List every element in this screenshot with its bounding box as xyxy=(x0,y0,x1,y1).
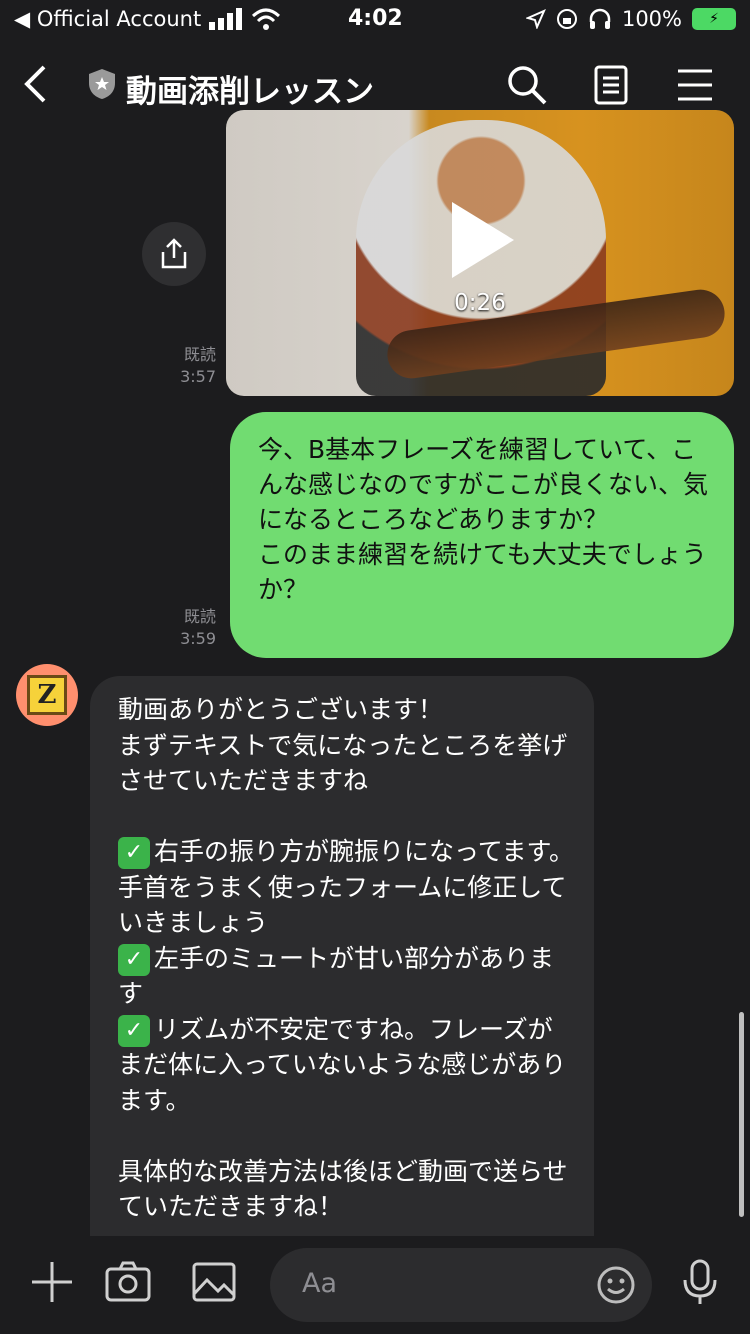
check-mark-icon: ✓ xyxy=(118,943,150,976)
incoming-message[interactable]: 動画ありがとうございます！ まずテキストで気になったところを挙げさせていただきま… xyxy=(90,676,594,1236)
search-icon[interactable] xyxy=(506,64,548,106)
share-button[interactable] xyxy=(142,222,206,286)
battery-percent: 100% xyxy=(621,7,682,31)
image-icon[interactable] xyxy=(190,1258,238,1306)
back-button[interactable] xyxy=(22,64,48,111)
notes-icon[interactable] xyxy=(590,64,632,106)
read-receipt: 既読 3:57 xyxy=(160,344,216,388)
orientation-lock-icon xyxy=(556,9,577,29)
back-app-label: ◀ Official Account xyxy=(14,7,202,31)
headphones-icon xyxy=(589,8,611,29)
official-shield-icon xyxy=(89,69,115,99)
message-input[interactable]: Aa xyxy=(270,1248,652,1322)
scrollbar[interactable] xyxy=(739,1012,744,1217)
wifi-icon xyxy=(252,8,281,30)
microphone-icon[interactable] xyxy=(676,1258,724,1306)
battery-icon: ⚡ xyxy=(692,8,736,30)
read-receipt: 既読 3:59 xyxy=(160,606,216,650)
plus-icon[interactable] xyxy=(28,1258,76,1306)
clock: 4:02 xyxy=(348,6,403,31)
message-input-placeholder: Aa xyxy=(302,1268,338,1299)
avatar[interactable]: Z xyxy=(16,664,78,726)
chevron-left-icon xyxy=(24,65,46,103)
incoming-intro: 動画ありがとうございます！ まずテキストで気になったところを挙げさせていただきま… xyxy=(118,695,568,795)
outgoing-message[interactable]: 今、B基本フレーズを練習していて、こんな感じなのですがここが良くない、気になると… xyxy=(230,412,734,658)
chat-title: 動画添削レッスン xyxy=(126,74,374,110)
back-to-app[interactable]: ◀ Official Account xyxy=(14,7,281,31)
check-mark-icon: ✓ xyxy=(118,837,150,869)
menu-icon[interactable] xyxy=(674,64,716,106)
incoming-point-2: 左手のミュートが甘い部分があります xyxy=(118,943,555,1009)
location-icon xyxy=(525,9,546,29)
outgoing-message-text: 今、B基本フレーズを練習していて、こんな感じなのですがここが良くない、気になると… xyxy=(258,435,709,604)
incoming-point-3: リズムが不安定ですね。フレーズがまだ体に入っていないような感じがあります。 xyxy=(118,1014,567,1115)
status-bar: ◀ Official Account 4:02 100% ⚡ xyxy=(0,0,750,40)
check-mark-icon: ✓ xyxy=(118,1014,150,1047)
composer-bar: Aa xyxy=(0,1236,750,1334)
play-icon[interactable] xyxy=(452,202,514,278)
incoming-message-text: 動画ありがとうございます！ まずテキストで気になったところを挙げさせていただきま… xyxy=(118,692,574,1225)
z-logo-icon: Z xyxy=(27,675,67,715)
video-duration: 0:26 xyxy=(454,290,506,316)
read-time: 3:59 xyxy=(180,629,216,648)
share-icon xyxy=(161,238,187,269)
incoming-point-1: 右手の振り方が腕振りになってます。手首をうまく使ったフォームに修正していきましょ… xyxy=(118,837,575,937)
read-label: 既読 xyxy=(183,345,216,364)
read-label: 既読 xyxy=(183,607,216,626)
signal-icon xyxy=(209,8,243,30)
read-time: 3:57 xyxy=(180,367,216,386)
camera-icon[interactable] xyxy=(104,1258,152,1306)
emoji-icon[interactable] xyxy=(596,1265,636,1305)
incoming-outro: 具体的な改善方法は後ほど動画で送らせていただきますね！ xyxy=(118,1156,568,1222)
video-message[interactable]: 0:26 xyxy=(226,110,734,396)
